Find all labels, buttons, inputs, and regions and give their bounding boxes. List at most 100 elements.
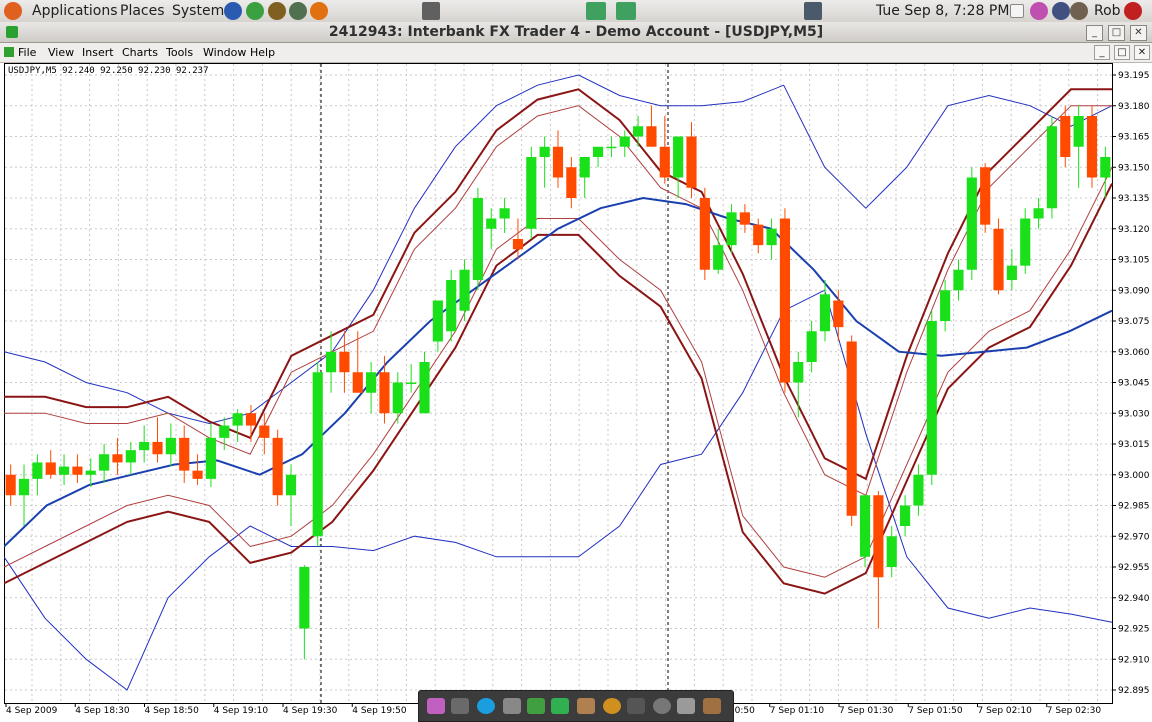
menu-tools[interactable]: Tools: [166, 43, 193, 62]
bull-candle: [1073, 116, 1084, 147]
window-title-bar: 2412943: Interbank FX Trader 4 - Demo Ac…: [0, 22, 1152, 43]
monitor-icon[interactable]: [551, 698, 569, 714]
bull-candle: [32, 462, 43, 479]
network-icon[interactable]: [1070, 2, 1088, 20]
menu-insert[interactable]: Insert: [82, 43, 114, 62]
window-tab-icon[interactable]: [586, 2, 606, 20]
terminal-icon[interactable]: [527, 698, 545, 714]
bear-candle: [833, 300, 844, 328]
maximize-button[interactable]: □: [1108, 25, 1125, 41]
firefox-dock-icon[interactable]: [603, 698, 621, 714]
user-name[interactable]: Rob: [1094, 0, 1121, 22]
time-tick-label: 7 Sep 01:50: [908, 706, 963, 716]
price-tick-label: 92.985: [1118, 502, 1150, 512]
globe-icon[interactable]: [224, 2, 242, 20]
bull-candle: [459, 269, 470, 311]
price-tick-label: 93.165: [1118, 133, 1150, 143]
price-tick-label: 92.970: [1118, 532, 1150, 542]
bear-candle: [846, 341, 857, 516]
bull-candle: [232, 413, 243, 426]
price-tick-label: 93.090: [1118, 286, 1150, 296]
screenshot-icon[interactable]: [422, 2, 440, 20]
skype-icon[interactable]: [477, 698, 495, 714]
app-launcher-icon[interactable]: [427, 698, 445, 714]
price-tick-label: 92.910: [1118, 655, 1150, 665]
window-tab-icon[interactable]: [616, 2, 636, 20]
screen-icon[interactable]: [627, 698, 645, 714]
bull-candle: [806, 331, 817, 362]
price-tick-label: 93.045: [1118, 379, 1150, 389]
bull-candle: [926, 321, 937, 475]
mdi-restore-button[interactable]: □: [1114, 45, 1130, 60]
bull-candle: [1033, 208, 1044, 219]
power-icon[interactable]: [1124, 2, 1142, 20]
bull-candle: [793, 362, 804, 383]
bull-candle: [499, 208, 510, 219]
firefox-icon[interactable]: [310, 2, 328, 20]
chat-icon[interactable]: [1030, 2, 1048, 20]
symbol-info: USDJPY,M5 92.240 92.250 92.230 92.237: [8, 66, 209, 76]
mdi-close-button[interactable]: ✕: [1134, 45, 1150, 60]
places-menu[interactable]: Places: [120, 0, 165, 22]
bull-candle: [619, 136, 630, 147]
mdi-window-icon[interactable]: [4, 47, 14, 57]
bear-candle: [512, 239, 524, 250]
bear-candle: [739, 212, 750, 225]
menu-charts[interactable]: Charts: [122, 43, 158, 62]
bull-candle: [859, 495, 871, 557]
print-icon[interactable]: [677, 698, 695, 714]
ubuntu-logo-icon[interactable]: [4, 2, 22, 20]
w-badge-icon[interactable]: [268, 2, 286, 20]
time-tick-label: 7 Sep 01:30: [839, 706, 894, 716]
applications-menu[interactable]: Applications: [32, 0, 118, 22]
bull-candle: [579, 157, 590, 178]
menu-window[interactable]: Window: [203, 43, 246, 62]
menu-help[interactable]: Help: [250, 43, 275, 62]
time-tick-label: 4 Sep 18:30: [75, 706, 130, 716]
time-tick-label: 4 Sep 19:10: [214, 706, 269, 716]
bull-candle: [606, 146, 617, 149]
bear-candle: [379, 372, 390, 414]
time-tick-label: 4 Sep 19:30: [283, 706, 338, 716]
bear-candle: [179, 437, 190, 471]
bull-candle: [85, 470, 96, 475]
bear-candle: [152, 441, 163, 455]
time-tick-label: 4 Sep 2009: [6, 706, 58, 716]
bull-candle: [325, 351, 337, 373]
bluetooth-icon[interactable]: [1052, 2, 1070, 20]
bull-candle: [205, 437, 216, 479]
speaker-icon[interactable]: [804, 2, 822, 20]
price-chart[interactable]: 93.195 93.180 93.165 93.150 93.135 93.120 93.1…: [4, 63, 1152, 720]
minimize-button[interactable]: _: [1086, 25, 1103, 41]
tools-icon[interactable]: [503, 698, 521, 714]
menu-view[interactable]: View: [48, 43, 74, 62]
bull-candle: [139, 441, 150, 451]
box-icon[interactable]: [703, 698, 721, 714]
archive-icon[interactable]: [577, 698, 595, 714]
close-button[interactable]: ✕: [1130, 25, 1147, 41]
indicator-icon[interactable]: [1010, 4, 1024, 18]
time-tick-label: 7 Sep 02:30: [1047, 706, 1102, 716]
price-tick-label: 93.075: [1118, 317, 1150, 327]
bull-candle: [285, 474, 297, 496]
bull-candle: [299, 567, 310, 629]
bull-candle: [953, 269, 964, 291]
bear-candle: [699, 198, 710, 270]
mdi-minimize-button[interactable]: _: [1094, 45, 1110, 60]
bull-candle: [486, 218, 497, 229]
price-tick-label: 93.000: [1118, 471, 1150, 481]
bear-candle: [980, 167, 991, 225]
bull-candle: [940, 290, 951, 321]
qq360-icon[interactable]: [246, 2, 264, 20]
tray-icon[interactable]: [289, 2, 307, 20]
clock[interactable]: Tue Sep 8, 7:28 PM: [876, 0, 1009, 22]
menu-file[interactable]: File: [18, 43, 36, 62]
disc-icon[interactable]: [653, 698, 671, 714]
folder-icon[interactable]: [451, 698, 469, 714]
chart-canvas[interactable]: 93.195 93.180 93.165 93.150 93.135 93.120 93.1…: [4, 63, 1152, 720]
bull-candle: [366, 372, 377, 393]
price-tick-label: 93.030: [1118, 409, 1150, 419]
system-menu[interactable]: System: [172, 0, 224, 22]
top-panel: Applications Places System Tue Sep 8, 7:…: [0, 0, 1152, 23]
bull-candle: [392, 382, 403, 414]
